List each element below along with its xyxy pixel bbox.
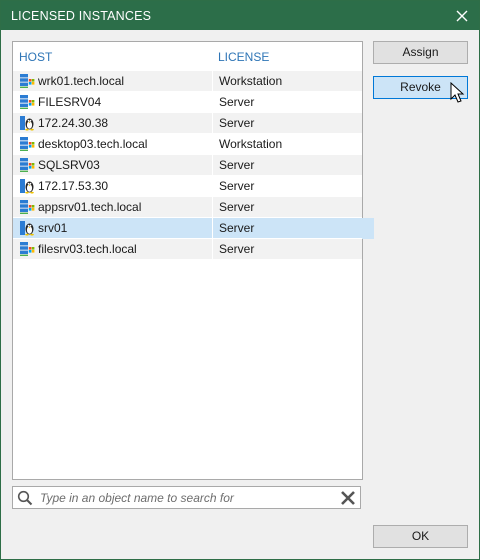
search-input[interactable] [40,489,330,506]
windows-server-icon [19,94,35,110]
host-name: desktop03.tech.local [38,137,148,151]
linux-server-icon [19,178,35,194]
close-button[interactable] [451,5,473,27]
column-header-host[interactable]: HOST [19,50,52,64]
host-name: srv01 [38,221,68,235]
host-cell: appsrv01.tech.local [13,197,213,218]
host-cell: SQLSRV03 [13,155,213,176]
license-type: Server [219,242,255,256]
assign-button[interactable]: Assign [373,41,468,64]
instance-rows: wrk01.tech.local Workstation FILESRV04 Serv… [13,71,374,260]
windows-server-icon [19,199,35,215]
licensed-instances-list[interactable]: HOST LICENSE wrk01.tech.local Workstation… [12,41,374,480]
host-cell: 172.24.30.38 [13,113,213,134]
license-type: Server [219,179,255,193]
table-row[interactable]: srv01 Server [13,218,374,239]
ok-button[interactable]: OK [373,525,468,548]
dialog-title: LICENSED INSTANCES [11,9,152,23]
license-type: Server [219,116,255,130]
table-row[interactable]: desktop03.tech.local Workstation [13,134,362,155]
host-cell: wrk01.tech.local [13,71,213,92]
linux-server-icon [19,115,35,131]
table-row[interactable]: FILESRV04 Server [13,92,362,113]
host-name: wrk01.tech.local [38,74,125,88]
host-name: FILESRV04 [38,95,102,109]
title-bar: LICENSED INSTANCES [1,1,479,30]
windows-server-icon [19,73,35,89]
table-row[interactable]: appsrv01.tech.local Server [13,197,362,218]
license-type: Server [219,158,255,172]
windows-server-icon [19,241,35,257]
column-header-license[interactable]: LICENSE [218,50,269,64]
license-type: Server [219,221,255,235]
license-type: Workstation [219,74,283,88]
table-row[interactable]: 172.17.53.30 Server [13,176,362,197]
mouse-pointer-icon [450,82,465,103]
license-type: Server [219,95,255,109]
host-cell: filesrv03.tech.local [13,239,213,260]
table-row[interactable]: filesrv03.tech.local Server [13,239,362,260]
close-icon [456,10,468,22]
host-name: 172.24.30.38 [38,116,109,130]
host-name: appsrv01.tech.local [38,200,142,214]
host-cell: srv01 [13,218,213,239]
host-cell: 172.17.53.30 [13,176,213,197]
host-cell: FILESRV04 [13,92,213,113]
search-icon [17,490,33,506]
host-name: 172.17.53.30 [38,179,109,193]
host-name: SQLSRV03 [38,158,100,172]
search-box [12,486,361,509]
windows-server-icon [19,157,35,173]
license-type: Server [219,200,255,214]
host-cell: desktop03.tech.local [13,134,213,155]
table-row[interactable]: wrk01.tech.local Workstation [13,71,362,92]
table-row[interactable]: SQLSRV03 Server [13,155,362,176]
licensed-instances-dialog: LICENSED INSTANCES HOST LICENSE wrk01.te… [0,0,480,560]
license-type: Workstation [219,137,283,151]
host-name: filesrv03.tech.local [38,242,137,256]
table-row[interactable]: 172.24.30.38 Server [13,113,362,134]
windows-server-icon [19,136,35,152]
linux-server-icon [19,220,35,236]
clear-search-icon[interactable] [340,490,356,506]
